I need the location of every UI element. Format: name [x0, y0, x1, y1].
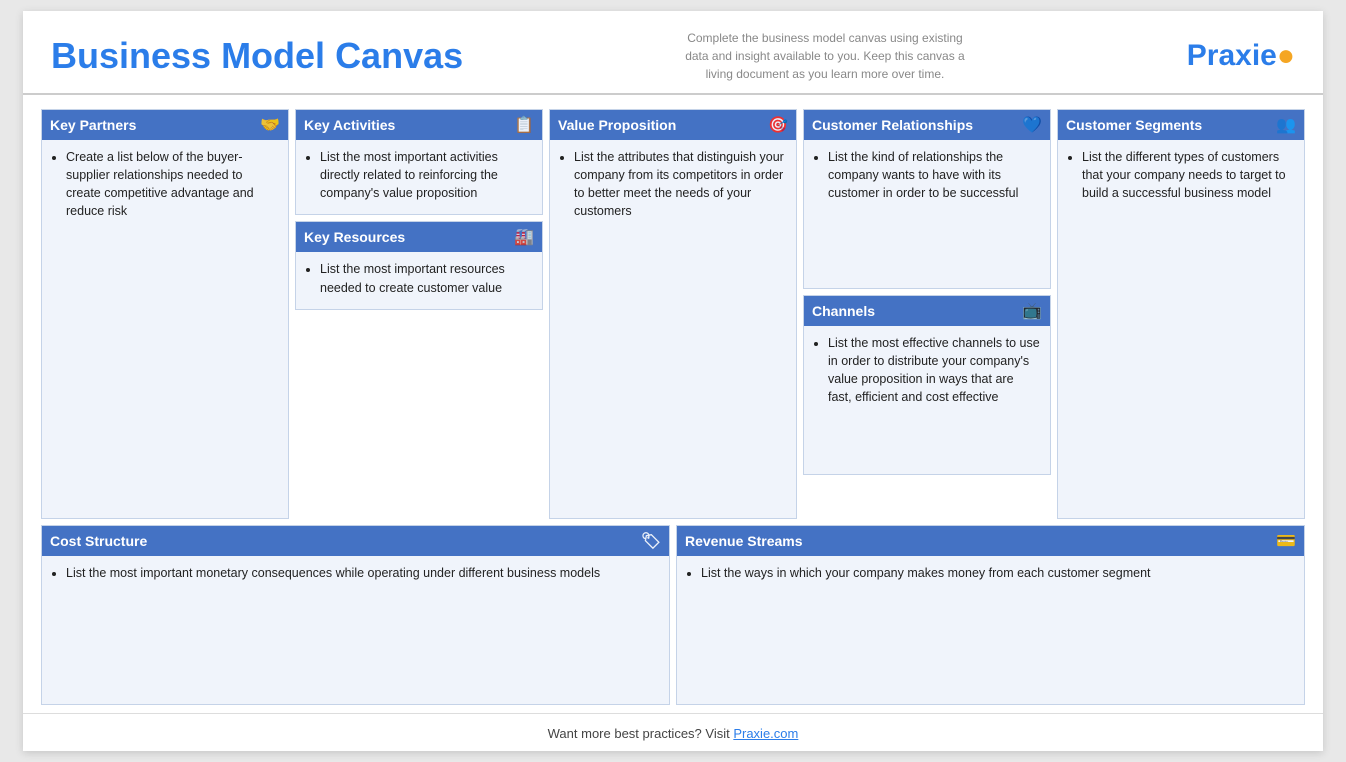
key-resources-item: List the most important resources needed…: [320, 260, 532, 296]
key-activities-header: Key Activities 📋: [296, 110, 542, 140]
footer: Want more best practices? Visit Praxie.c…: [23, 713, 1323, 751]
key-activities-item: List the most important activities direc…: [320, 148, 532, 202]
key-partners-title: Key Partners: [50, 117, 136, 133]
key-partners-cell: Key Partners 🤝 Create a list below of th…: [41, 109, 289, 519]
logo-dot: ●: [1277, 39, 1295, 72]
cost-structure-header: Cost Structure 🏷: [42, 526, 669, 556]
key-activities-body: List the most important activities direc…: [296, 140, 542, 214]
header: Business Model Canvas Complete the busin…: [23, 11, 1323, 95]
key-resources-cell: Key Resources 🏭 List the most important …: [295, 221, 543, 309]
bottom-grid: Cost Structure 🏷 List the most important…: [41, 525, 1305, 705]
page-wrapper: Business Model Canvas Complete the busin…: [23, 11, 1323, 751]
customer-segments-title: Customer Segments: [1066, 117, 1202, 133]
key-activities-icon: 📋: [514, 115, 534, 135]
key-partners-icon: 🤝: [260, 115, 280, 135]
footer-text: Want more best practices? Visit: [548, 726, 734, 741]
logo: Praxie●: [1187, 39, 1295, 73]
value-proposition-item: List the attributes that distinguish you…: [574, 148, 786, 221]
value-proposition-cell: Value Proposition 🎯 List the attributes …: [549, 109, 797, 519]
channels-icon: 📺: [1022, 301, 1042, 321]
customer-segments-header: Customer Segments 👥: [1058, 110, 1304, 140]
revenue-streams-header: Revenue Streams 💳: [677, 526, 1304, 556]
channels-body: List the most effective channels to use …: [804, 326, 1050, 474]
channels-header: Channels 📺: [804, 296, 1050, 326]
revenue-streams-title: Revenue Streams: [685, 533, 803, 549]
cost-structure-title: Cost Structure: [50, 533, 147, 549]
key-partners-item: Create a list below of the buyer-supplie…: [66, 148, 278, 221]
value-proposition-header: Value Proposition 🎯: [550, 110, 796, 140]
cost-structure-body: List the most important monetary consequ…: [42, 556, 669, 704]
customer-segments-body: List the different types of customers th…: [1058, 140, 1304, 518]
customer-relationships-icon: 💙: [1022, 115, 1042, 135]
value-proposition-body: List the attributes that distinguish you…: [550, 140, 796, 518]
key-resources-title: Key Resources: [304, 229, 405, 245]
channels-title: Channels: [812, 303, 875, 319]
key-activities-title: Key Activities: [304, 117, 395, 133]
key-resources-body: List the most important resources needed…: [296, 252, 542, 308]
page-title: Business Model Canvas: [51, 35, 463, 77]
key-resources-header: Key Resources 🏭: [296, 222, 542, 252]
top-grid: Key Partners 🤝 Create a list below of th…: [41, 109, 1305, 519]
key-resources-icon: 🏭: [514, 227, 534, 247]
customer-relationships-body: List the kind of relationships the compa…: [804, 140, 1050, 288]
revenue-streams-item: List the ways in which your company make…: [701, 564, 1294, 582]
channels-cell: Channels 📺 List the most effective chann…: [803, 295, 1051, 475]
key-partners-header: Key Partners 🤝: [42, 110, 288, 140]
logo-text: Praxie: [1187, 39, 1277, 72]
key-partners-body: Create a list below of the buyer-supplie…: [42, 140, 288, 518]
value-proposition-icon: 🎯: [768, 115, 788, 135]
value-proposition-title: Value Proposition: [558, 117, 676, 133]
customer-relationships-item: List the kind of relationships the compa…: [828, 148, 1040, 202]
customer-relationships-title: Customer Relationships: [812, 117, 973, 133]
revenue-streams-body: List the ways in which your company make…: [677, 556, 1304, 704]
cost-structure-item: List the most important monetary consequ…: [66, 564, 659, 582]
key-activities-cell: Key Activities 📋 List the most important…: [295, 109, 543, 215]
customer-segments-cell: Customer Segments 👥 List the different t…: [1057, 109, 1305, 519]
customer-relationships-cell: Customer Relationships 💙 List the kind o…: [803, 109, 1051, 289]
channels-item: List the most effective channels to use …: [828, 334, 1040, 407]
revenue-streams-cell: Revenue Streams 💳 List the ways in which…: [676, 525, 1305, 705]
cost-structure-cell: Cost Structure 🏷 List the most important…: [41, 525, 670, 705]
canvas-area: Key Partners 🤝 Create a list below of th…: [23, 95, 1323, 705]
col-cr-ch: Customer Relationships 💙 List the kind o…: [803, 109, 1051, 519]
customer-relationships-header: Customer Relationships 💙: [804, 110, 1050, 140]
header-subtitle: Complete the business model canvas using…: [685, 29, 965, 83]
revenue-streams-icon: 💳: [1276, 531, 1296, 551]
customer-segments-icon: 👥: [1276, 115, 1296, 135]
cost-structure-icon: 🏷: [641, 531, 661, 551]
footer-link[interactable]: Praxie.com: [733, 726, 798, 741]
col-middle: Key Activities 📋 List the most important…: [295, 109, 543, 519]
customer-segments-item: List the different types of customers th…: [1082, 148, 1294, 202]
